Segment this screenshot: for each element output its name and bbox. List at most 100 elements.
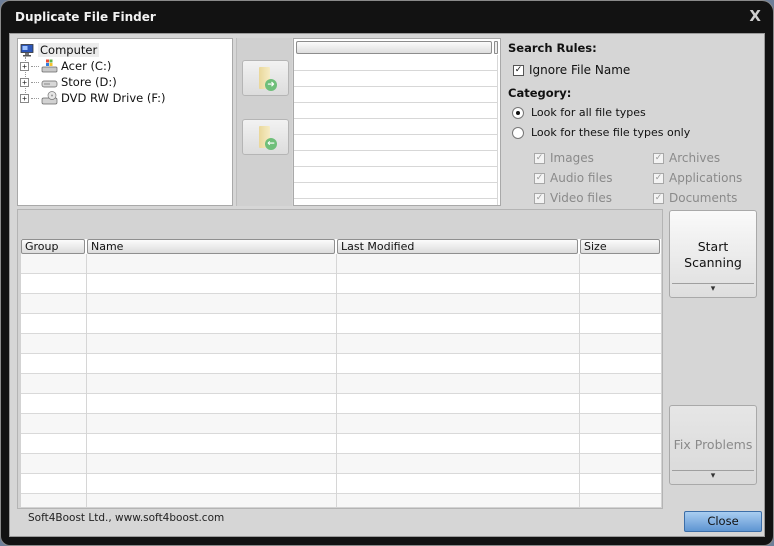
list-item[interactable] <box>294 151 497 167</box>
tree-node-label: Acer (C:) <box>61 59 112 73</box>
checkbox-check-icon[interactable]: ✓ <box>534 172 545 184</box>
selected-folders-list[interactable] <box>293 38 501 206</box>
table-row[interactable] <box>21 374 661 394</box>
fix-problems-dropdown-icon[interactable]: ▾ <box>670 471 756 481</box>
category-heading: Category: <box>508 86 572 100</box>
tree-node-drive-f[interactable]: + DVD RW Drive (F:) <box>20 90 165 106</box>
windows-drive-icon <box>41 59 58 73</box>
list-item[interactable] <box>294 135 497 151</box>
list-item[interactable] <box>294 87 497 103</box>
table-row[interactable] <box>21 414 661 434</box>
fix-problems-button[interactable]: Fix Problems ▾ <box>669 405 757 485</box>
search-rules-heading: Search Rules: <box>508 41 597 55</box>
folders-list-header-resize[interactable] <box>494 41 498 54</box>
fix-problems-label: Fix Problems <box>673 437 753 452</box>
table-row[interactable] <box>21 294 661 314</box>
close-window-icon[interactable]: X <box>749 7 761 25</box>
column-header-name[interactable]: Name <box>87 239 335 254</box>
table-row[interactable] <box>21 474 661 494</box>
folders-list-header[interactable] <box>296 41 492 54</box>
table-row[interactable] <box>21 454 661 474</box>
table-row[interactable] <box>21 274 661 294</box>
table-row[interactable] <box>21 314 661 334</box>
remove-folder-button[interactable]: ← <box>242 119 289 155</box>
add-folder-button[interactable]: ➜ <box>242 60 289 96</box>
list-item[interactable] <box>294 103 497 119</box>
checkbox-check-icon[interactable]: ✓ <box>653 152 664 164</box>
type-video-checkbox[interactable]: ✓ Video files <box>534 191 612 205</box>
table-row[interactable] <box>21 334 661 354</box>
type-archives-checkbox[interactable]: ✓ Archives <box>653 151 720 165</box>
table-row[interactable] <box>21 394 661 414</box>
tree-node-computer[interactable]: Computer <box>20 42 100 58</box>
tree-node-drive-c[interactable]: + Acer (C:) <box>20 58 111 74</box>
checkbox-check-icon[interactable]: ✓ <box>653 192 664 204</box>
radio-these-file-types-only[interactable]: Look for these file types only <box>512 126 690 139</box>
tree-node-label: Store (D:) <box>61 75 117 89</box>
table-row[interactable] <box>21 494 661 507</box>
checkbox-check-icon[interactable]: ✓ <box>534 152 545 164</box>
column-divider <box>579 254 580 507</box>
tree-connector <box>31 97 39 99</box>
list-item[interactable] <box>294 183 497 199</box>
checkbox-check-icon[interactable]: ✓ <box>534 192 545 204</box>
table-row[interactable] <box>21 434 661 454</box>
column-divider <box>86 254 87 507</box>
tree-connector <box>31 65 39 67</box>
checkbox-label: Audio files <box>550 171 613 185</box>
results-panel: Group Name Last Modified Size <box>17 209 663 509</box>
type-documents-checkbox[interactable]: ✓ Documents <box>653 191 737 205</box>
hard-drive-icon <box>41 80 58 88</box>
radio-unselected-icon[interactable] <box>512 126 524 139</box>
start-scanning-dropdown-icon[interactable]: ▾ <box>670 284 756 294</box>
table-row[interactable] <box>21 354 661 374</box>
tree-connector <box>31 81 39 83</box>
folder-action-panel: ➜ ← <box>236 38 292 206</box>
list-column-divider <box>497 55 498 205</box>
tree-node-label: DVD RW Drive (F:) <box>61 91 166 105</box>
type-audio-checkbox[interactable]: ✓ Audio files <box>534 171 612 185</box>
column-divider <box>336 254 337 507</box>
expand-icon[interactable]: + <box>20 61 29 71</box>
table-row[interactable] <box>21 254 661 274</box>
window-title: Duplicate File Finder <box>15 10 156 24</box>
expand-icon[interactable]: + <box>20 93 29 103</box>
start-scanning-button[interactable]: Start Scanning ▾ <box>669 210 757 298</box>
checkbox-check-icon[interactable]: ✓ <box>653 172 664 184</box>
column-header-size[interactable]: Size <box>580 239 660 254</box>
radio-label: Look for these file types only <box>531 126 691 139</box>
add-folder-icon: ➜ <box>265 79 277 91</box>
search-rules-panel: Search Rules: ✓ Ignore File Name Categor… <box>504 38 762 206</box>
results-table[interactable]: Group Name Last Modified Size <box>21 239 661 507</box>
start-scanning-label-line2: Scanning <box>684 255 742 270</box>
radio-label: Look for all file types <box>531 106 646 119</box>
computer-icon <box>20 43 34 56</box>
checkbox-label: Documents <box>669 191 738 205</box>
list-item[interactable] <box>294 71 497 87</box>
title-bar: Duplicate File Finder X <box>1 1 773 33</box>
expand-icon[interactable]: + <box>20 77 29 87</box>
start-scanning-label-line1: Start <box>697 239 729 254</box>
dialog-body: Computer + Acer (C:) + Store (D:) + DVD … <box>9 33 765 537</box>
checkbox-label: Ignore File Name <box>529 63 631 77</box>
remove-folder-icon: ← <box>265 138 277 150</box>
type-applications-checkbox[interactable]: ✓ Applications <box>653 171 742 185</box>
ignore-file-name-checkbox[interactable]: ✓ Ignore File Name <box>513 63 630 77</box>
checkbox-label: Archives <box>669 151 721 165</box>
tree-node-label: Computer <box>38 43 100 57</box>
radio-all-file-types[interactable]: Look for all file types <box>512 106 646 119</box>
tree-node-drive-d[interactable]: + Store (D:) <box>20 74 117 90</box>
checkbox-label: Applications <box>669 171 743 185</box>
list-item[interactable] <box>294 55 497 71</box>
radio-selected-icon[interactable] <box>512 106 524 119</box>
column-header-last-modified[interactable]: Last Modified <box>337 239 578 254</box>
list-item[interactable] <box>294 167 497 183</box>
type-images-checkbox[interactable]: ✓ Images <box>534 151 594 165</box>
drive-tree[interactable]: Computer + Acer (C:) + Store (D:) + DVD … <box>17 38 233 206</box>
checkbox-check-icon[interactable]: ✓ <box>513 64 524 76</box>
dvd-drive-icon <box>41 91 58 105</box>
column-header-group[interactable]: Group <box>21 239 85 254</box>
close-button[interactable]: Close <box>684 511 762 532</box>
duplicate-file-finder-window: Duplicate File Finder X Computer + Acer … <box>0 0 774 546</box>
list-item[interactable] <box>294 119 497 135</box>
